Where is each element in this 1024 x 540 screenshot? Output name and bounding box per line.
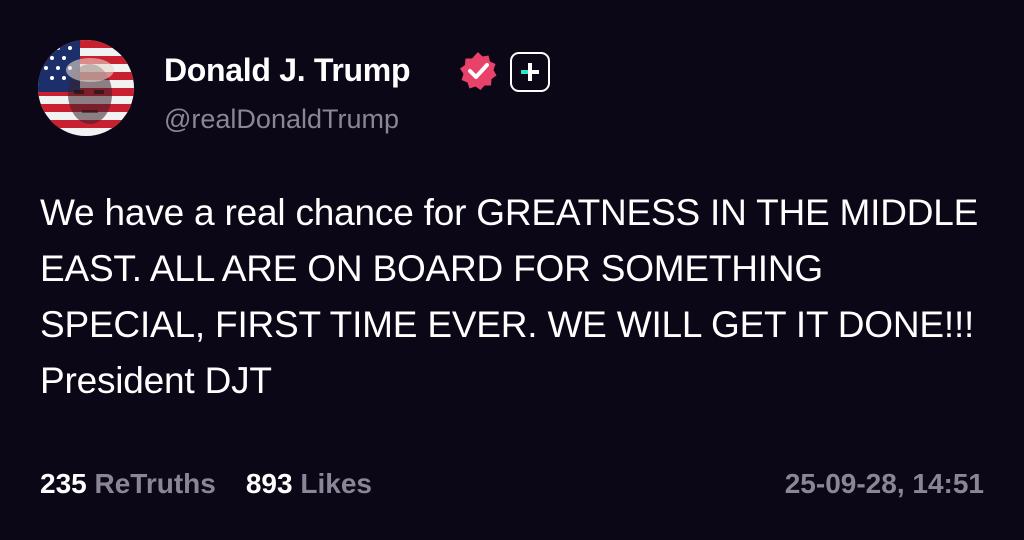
likes-count: 893 [245, 468, 293, 499]
american-flag-portrait-avatar-icon [38, 40, 134, 136]
post-text: We have a real chance for GREATNESS IN T… [40, 192, 979, 401]
likes-label: Likes [300, 468, 372, 499]
retruths-count: 235 [40, 468, 87, 499]
follow-button[interactable] [510, 52, 550, 92]
plus-icon [521, 63, 539, 81]
author-display-name[interactable]: Donald J. Trump [164, 52, 411, 89]
retruths-label: ReTruths [94, 468, 216, 499]
likes-stat[interactable]: 893 Likes [246, 468, 372, 500]
avatar[interactable] [38, 40, 134, 136]
author-handle[interactable]: @realDonaldTrump [164, 104, 399, 135]
verified-badge-icon [456, 49, 500, 93]
truth-post: Donald J. Trump @realDonaldTrump We have… [0, 0, 1024, 540]
retruths-stat[interactable]: 235 ReTruths [40, 468, 216, 500]
post-stats: 235 ReTruths 893 Likes [40, 468, 402, 500]
post-timestamp: 25-09-28, 14:51 [784, 468, 984, 499]
